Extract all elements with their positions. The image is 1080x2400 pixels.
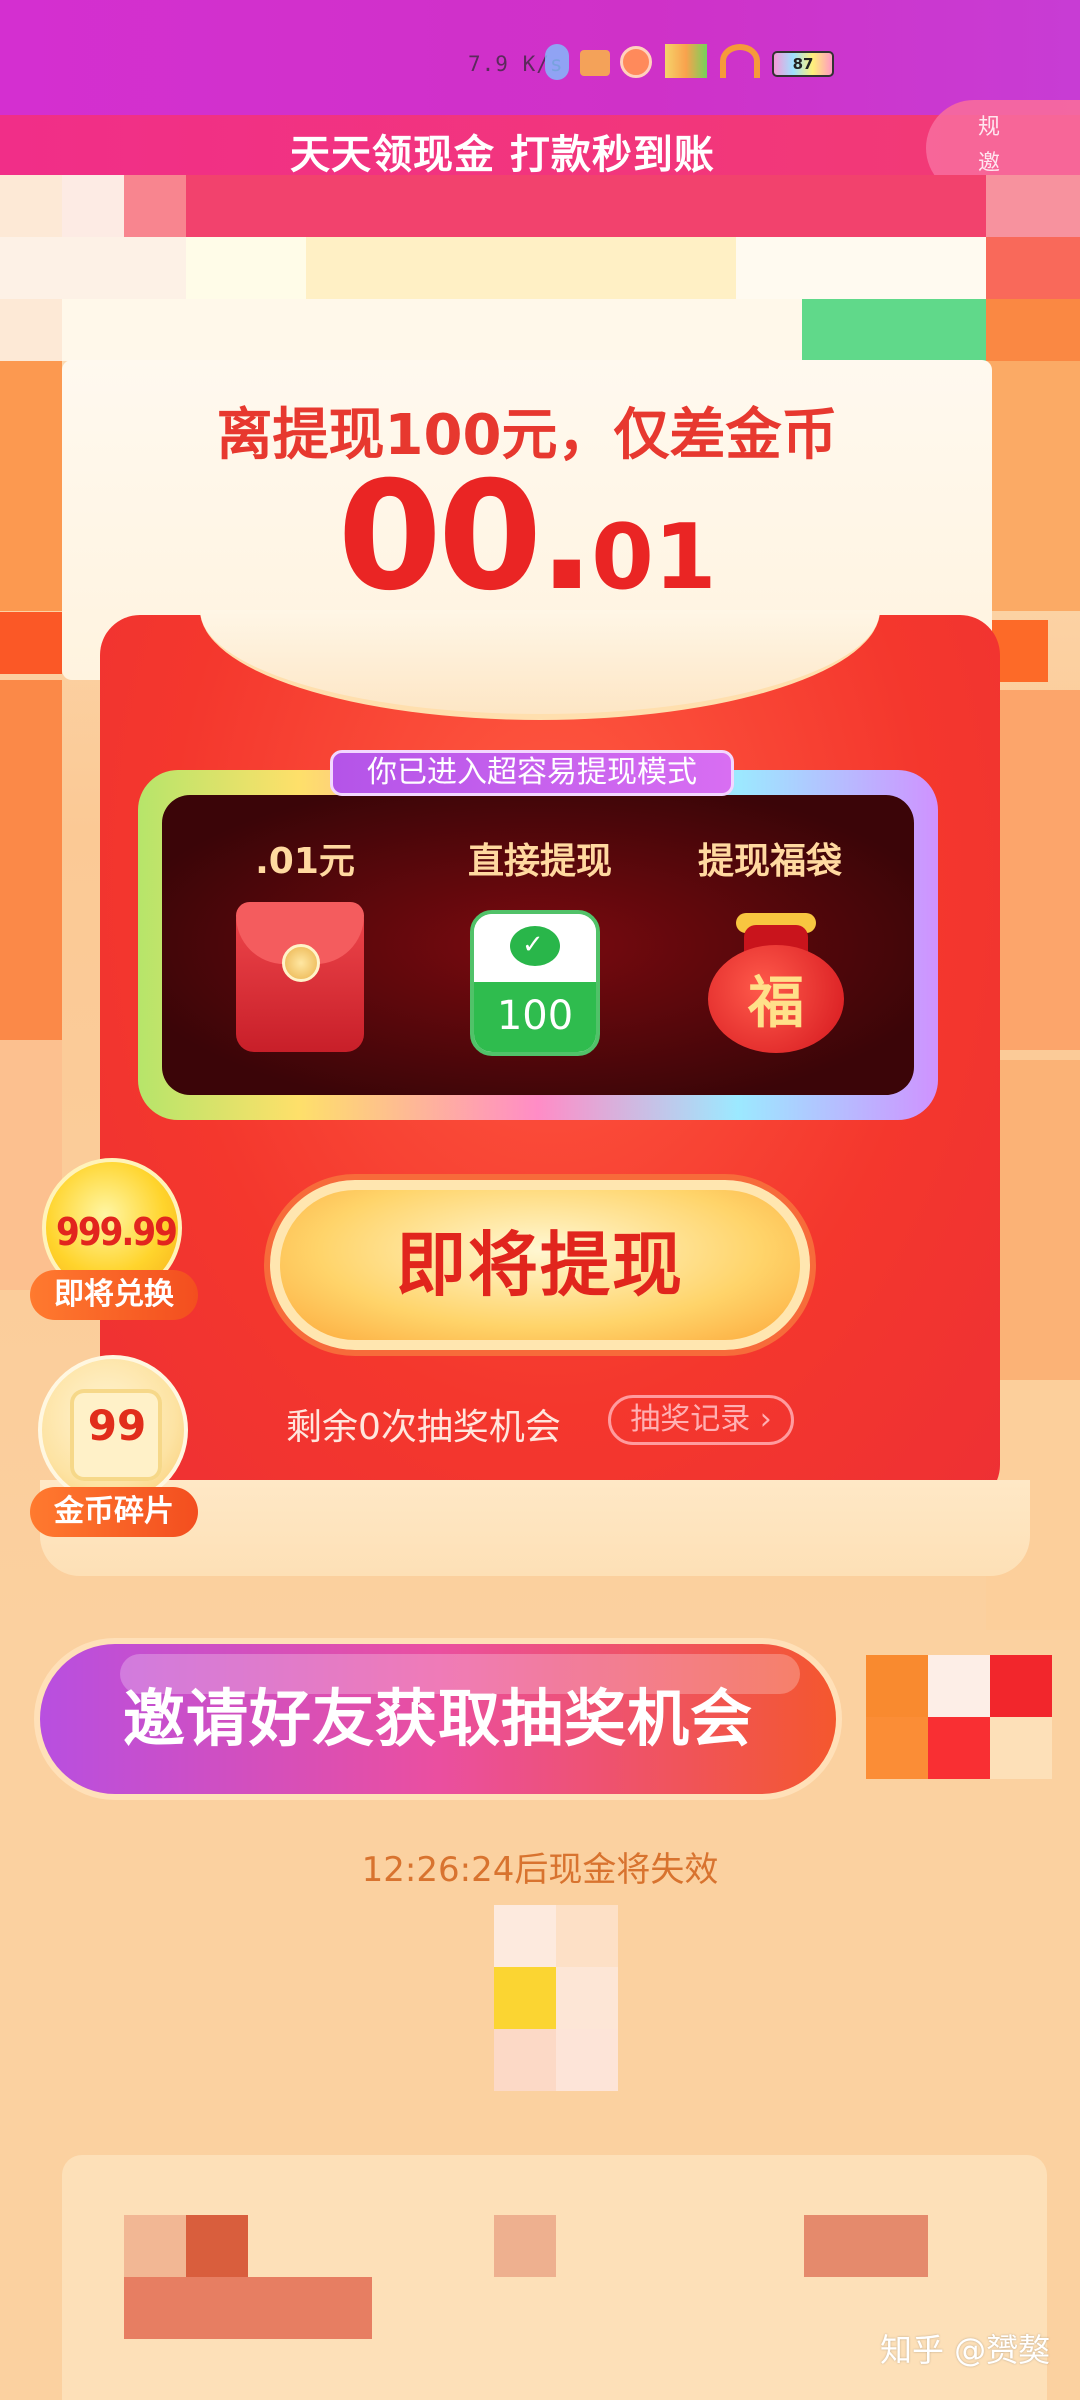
expiry-countdown: 12:26:24后现金将失效: [361, 1850, 719, 1890]
wechat-icon-top: ✓: [474, 914, 596, 982]
mosaic-tile: [928, 1717, 990, 1779]
fragment-count: 99: [87, 1401, 147, 1450]
lottery-remaining: 剩余0次抽奖机会: [286, 1407, 561, 1448]
page-title: 天天领现金 打款秒到账: [290, 132, 715, 178]
mosaic-tile: [556, 1905, 618, 1967]
mosaic-tile: [556, 1967, 618, 2029]
mosaic-tile: [986, 299, 1080, 361]
exchange-widget[interactable]: 999.99 即将兑换: [30, 1158, 198, 1338]
mosaic-tile: [0, 361, 62, 611]
mosaic-tile: [124, 175, 186, 237]
reward-label-direct: 直接提现: [467, 841, 612, 882]
mosaic-tile: [306, 237, 736, 299]
mosaic-tile: [62, 299, 802, 361]
invite-button-label: 邀请好友获取抽奖机会: [122, 1682, 753, 1755]
bag-character: 福: [748, 970, 804, 1036]
wechat-amount: 100: [496, 993, 574, 1039]
wifi-icon: [720, 44, 760, 78]
mode-badge-text: 你已进入超容易提现模式: [367, 755, 697, 790]
mosaic-tile: [186, 237, 306, 299]
mosaic-tile: [802, 299, 988, 361]
mosaic-tile: [0, 612, 62, 674]
mosaic-tile: [124, 2277, 372, 2339]
fragment-label: 金币碎片: [30, 1487, 198, 1537]
mosaic-tile: [186, 175, 986, 237]
mute-icon: [580, 50, 610, 76]
wechat-pay-icon[interactable]: ✓ 100: [470, 910, 600, 1056]
wechat-bubble: ✓: [510, 926, 560, 966]
mosaic-tile: [0, 237, 186, 299]
coin-gap-decimal: 01: [591, 505, 717, 610]
mosaic-tile: [494, 1905, 556, 1967]
mosaic-tile: [494, 2029, 556, 2091]
red-envelope-icon[interactable]: [236, 902, 364, 1052]
reward-label-bag: 提现福袋: [697, 841, 842, 882]
mosaic-tile: [986, 1060, 1080, 1390]
coin-fragment-widget[interactable]: 99 金币碎片: [30, 1355, 198, 1545]
mosaic-tile: [986, 237, 1080, 299]
mosaic-tile: [866, 1655, 928, 1717]
mosaic-tile: [736, 237, 986, 299]
mosaic-tile: [986, 690, 1080, 1050]
battery-level: 87: [792, 55, 814, 73]
mosaic-tile: [186, 2215, 248, 2277]
mosaic-tile: [124, 2215, 186, 2277]
mosaic-tile: [990, 1717, 1052, 1779]
mosaic-tile: [0, 299, 62, 361]
mosaic-tile: [556, 2029, 618, 2091]
lottery-record-button[interactable]: 抽奖记录 ›: [608, 1395, 794, 1445]
check-icon: ✓: [522, 930, 544, 960]
mosaic-tile: [990, 1655, 1052, 1717]
invite-friends-button[interactable]: 邀请好友获取抽奖机会: [34, 1638, 842, 1800]
mosaic-tile: [0, 680, 62, 1040]
exchange-value: 999.99: [56, 1210, 178, 1254]
signal-icon: [665, 44, 707, 78]
exchange-label: 即将兑换: [30, 1270, 198, 1320]
watermark: 知乎 @赟獒: [880, 2331, 1051, 2369]
mosaic-tile: [0, 175, 62, 237]
mosaic-tile: [986, 175, 1080, 237]
alarm-icon: [620, 46, 652, 78]
puzzle-coin-icon: 99: [38, 1355, 188, 1505]
mosaic-tile: [62, 175, 124, 237]
coin-gap-integer: 00.: [337, 450, 596, 624]
battery-icon: 87: [772, 51, 834, 77]
mosaic-tile: [986, 361, 1080, 611]
lucky-bag-icon[interactable]: 福: [708, 905, 844, 1053]
wechat-icon-bottom: 100: [474, 982, 596, 1052]
withdraw-button[interactable]: 即将提现: [270, 1180, 810, 1350]
mosaic-tile: [494, 1967, 556, 2029]
mosaic-tile: [494, 2215, 556, 2277]
envelope-seal: [282, 944, 320, 982]
coin-gap-amount: 00.01: [62, 450, 992, 624]
mosaic-tile: [928, 1655, 990, 1717]
reward-label-envelope: .01元: [255, 841, 355, 882]
mode-badge: 你已进入超容易提现模式: [330, 750, 734, 796]
bluetooth-icon: [545, 44, 569, 80]
withdraw-button-label: 即将提现: [396, 1224, 684, 1306]
rules-button-label: 规 邀: [978, 115, 1001, 176]
mosaic-tile: [866, 1717, 928, 1779]
mosaic-tile: [804, 2215, 928, 2277]
